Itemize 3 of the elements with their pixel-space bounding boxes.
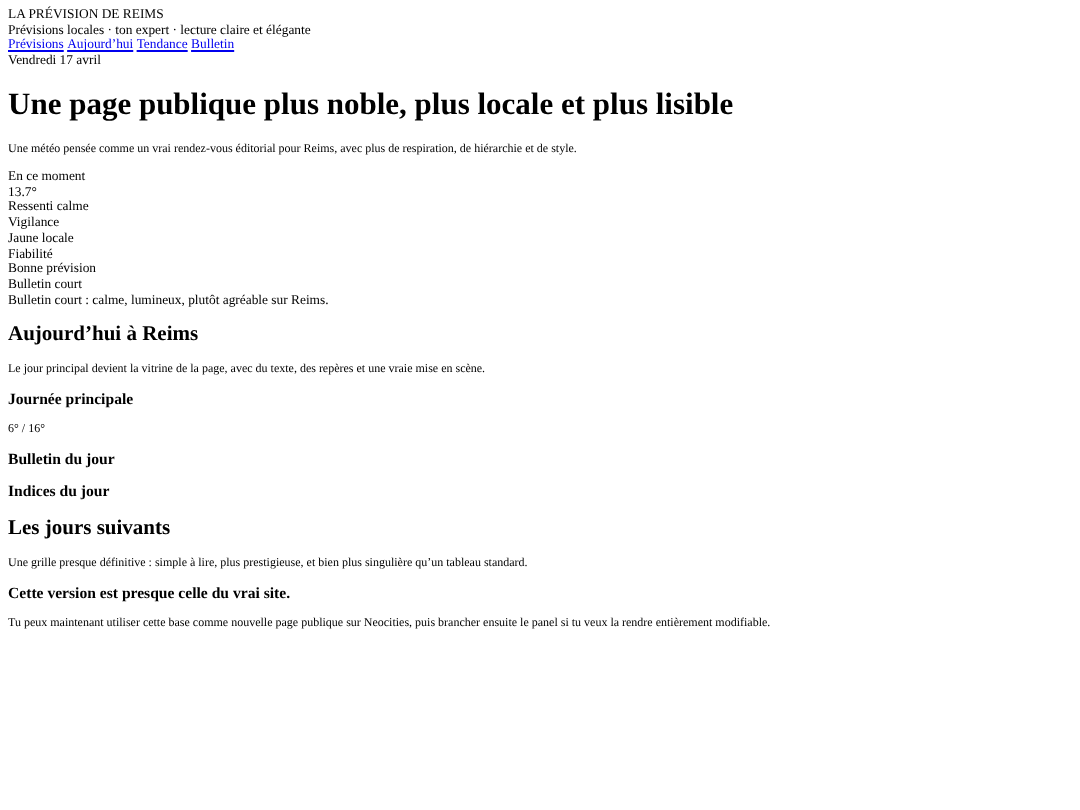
section-heading: Aujourd’hui à Reims xyxy=(8,324,201,349)
page-heading: Une page publique plus noble, plus locale et plus lisible xyxy=(8,87,736,124)
section-heading: Les jours suivants xyxy=(8,518,173,543)
